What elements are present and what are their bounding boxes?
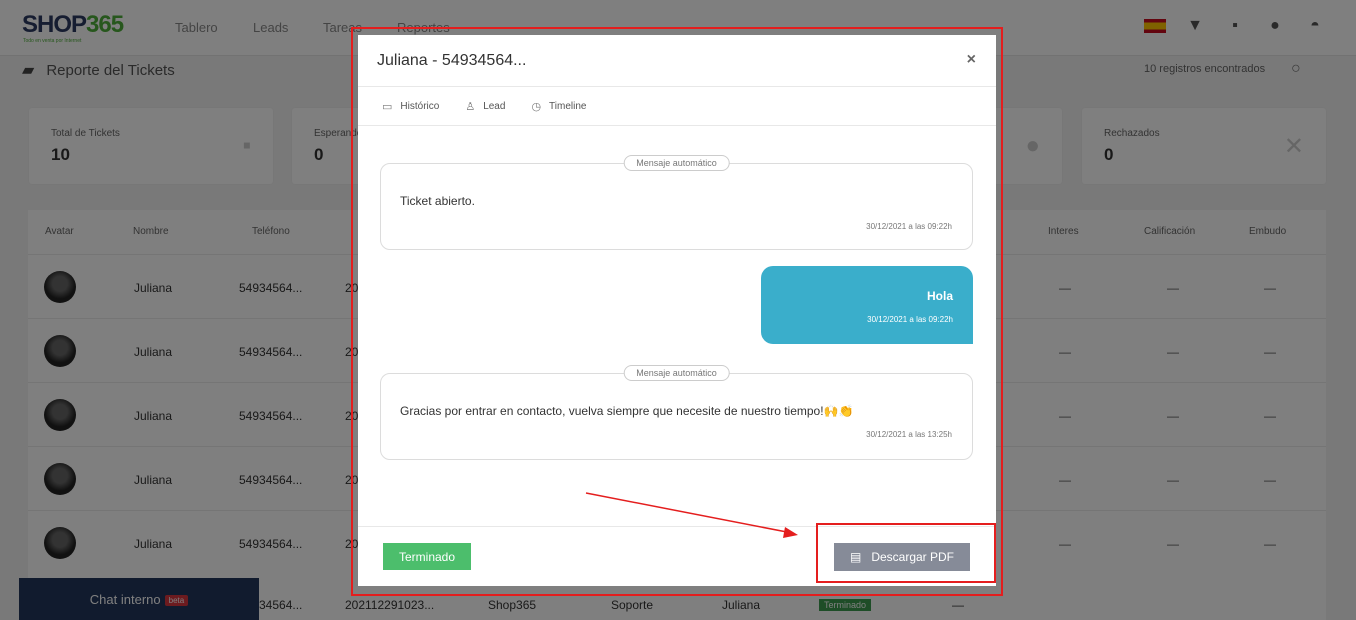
annotation-arrow-line: [585, 492, 793, 534]
annotation-arrow: [585, 492, 798, 538]
annotation-arrow-head: [783, 527, 798, 538]
